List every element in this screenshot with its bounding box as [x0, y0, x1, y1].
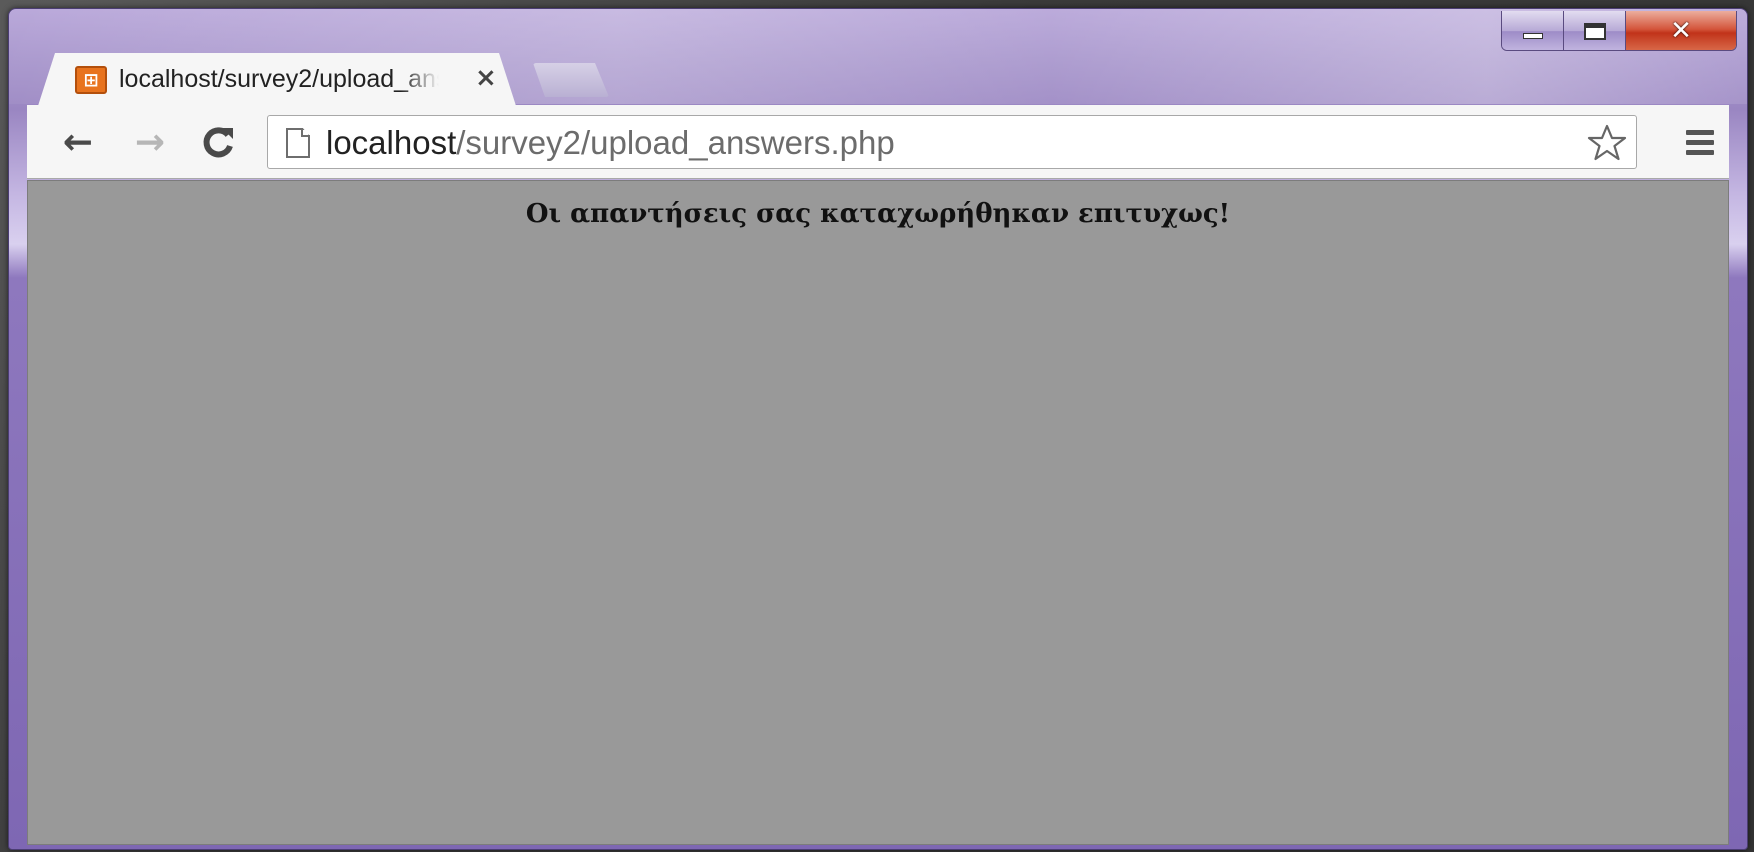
- page-content: Οι απαντήσεις σας καταχωρήθηκαν επιτυχως…: [27, 180, 1729, 845]
- forward-arrow-icon: →: [134, 121, 166, 163]
- tab-active[interactable]: ⊞ localhost/survey2/upload_answers.php ×: [37, 53, 517, 109]
- xampp-icon: ⊞: [75, 66, 107, 94]
- forward-button[interactable]: →: [127, 119, 173, 165]
- close-icon: ✕: [1670, 16, 1692, 46]
- menu-bar-top: [1686, 129, 1714, 135]
- success-message: Οι απαντήσεις σας καταχωρήθηκαν επιτυχως…: [525, 199, 1231, 229]
- url-host: localhost: [326, 124, 457, 161]
- browser-window: ✕ ⊞ localhost/survey2/upload_answers.php…: [8, 8, 1748, 850]
- hamburger-menu-icon[interactable]: [1677, 119, 1723, 165]
- menu-bar-bottom: [1686, 149, 1714, 155]
- back-arrow-icon: ←: [62, 121, 94, 163]
- menu-bar-middle: [1686, 139, 1714, 145]
- bookmark-star-icon: [1587, 124, 1627, 161]
- star-icon[interactable]: [1584, 120, 1630, 166]
- tab-strip: ⊞ localhost/survey2/upload_answers.php ×: [37, 49, 737, 109]
- back-button[interactable]: ←: [55, 119, 101, 165]
- url-path: /survey2/upload_answers.php: [456, 124, 895, 161]
- page-icon-fold: [301, 128, 310, 137]
- minimize-icon: [1522, 33, 1543, 39]
- tab-close-icon[interactable]: ×: [475, 63, 497, 93]
- minimize-button[interactable]: [1502, 11, 1564, 50]
- url-text[interactable]: localhost/survey2/upload_answers.php: [326, 124, 895, 162]
- close-window-button[interactable]: ✕: [1626, 11, 1736, 50]
- new-tab-button[interactable]: [533, 63, 609, 97]
- address-bar[interactable]: localhost/survey2/upload_answers.php: [267, 115, 1637, 169]
- reload-icon: [203, 127, 233, 158]
- window-caption-buttons: ✕: [1501, 11, 1737, 51]
- maximize-button[interactable]: [1564, 11, 1626, 50]
- reload-button[interactable]: [195, 119, 241, 165]
- tab-title: localhost/survey2/upload_answers.php: [119, 65, 439, 93]
- favicon-glyph: ⊞: [83, 69, 99, 91]
- browser-toolbar: ← → localhost/survey2/upload_answers.php: [27, 105, 1729, 179]
- maximize-icon: [1583, 22, 1606, 40]
